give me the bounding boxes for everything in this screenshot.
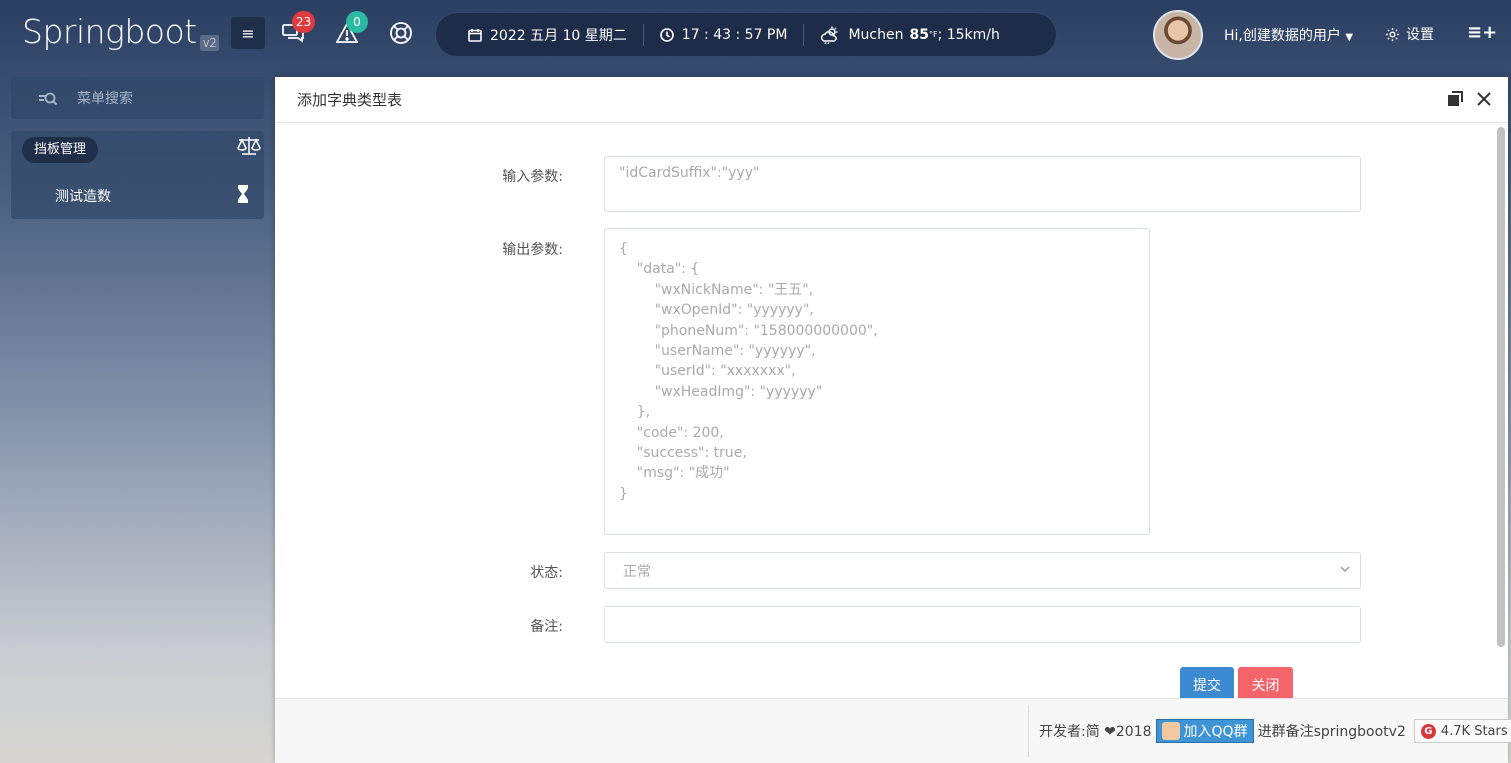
calendar-icon — [468, 28, 482, 42]
settings-button[interactable]: 设置 — [1385, 24, 1434, 44]
page-footer: 开发者:简 ❤2018 加入QQ群 进群备注springbootv2 G 4.7… — [275, 698, 1511, 763]
top-navbar: Springboot v2 ≡ 23 0 2022 五月 10 星期二 17:… — [0, 0, 1511, 70]
brand-name: Springboot — [22, 12, 197, 51]
search-icon — [39, 92, 57, 105]
output-params-field[interactable]: { "data": { "wxNickName": "王五", "wxOpenI… — [604, 228, 1150, 535]
datetime-weather-bar: 2022 五月 10 星期二 17 : 43 : 57 PM Muchen 85… — [435, 12, 1057, 57]
messages-button[interactable]: 23 — [280, 11, 316, 46]
gitee-icon: G — [1420, 723, 1436, 739]
status-select[interactable]: 正常 — [604, 552, 1361, 589]
join-qq-label: 加入QQ群 — [1183, 724, 1248, 740]
brand-version: v2 — [199, 35, 220, 51]
user-greeting: Hi,创建数据的用户 — [1224, 28, 1341, 44]
qq-group-icon — [1161, 722, 1180, 740]
close-modal-button[interactable] — [1477, 91, 1491, 110]
maximize-button[interactable] — [1448, 91, 1463, 110]
maximize-icon — [1448, 91, 1463, 106]
help-button[interactable] — [388, 20, 414, 46]
modal-title: 添加字典类型表 — [297, 91, 403, 109]
close-button[interactable]: 关闭 — [1238, 667, 1293, 698]
submit-button[interactable]: 提交 — [1180, 667, 1234, 698]
input-params-field[interactable]: "idCardSuffix":"yyy" — [604, 156, 1361, 212]
join-qq-group-button[interactable]: 加入QQ群 — [1155, 719, 1254, 743]
sidebar-group-toggle[interactable] — [236, 135, 262, 161]
join-note: 进群备注springbootv2 — [1257, 724, 1406, 740]
user-avatar[interactable] — [1153, 10, 1203, 60]
lifebuoy-icon — [390, 22, 412, 44]
caret-down-icon: ▼ — [1345, 32, 1354, 43]
sidebar-toggle-button[interactable]: ≡ — [231, 17, 265, 49]
sidebar-group-label[interactable]: 挡板管理 — [22, 137, 99, 163]
settings-label: 设置 — [1406, 27, 1434, 43]
weather-unit: °F — [928, 30, 938, 39]
add-dictionary-modal: 添加字典类型表 输入参数: "idCardSuffix":"yyy" 输出参数:… — [275, 77, 1511, 763]
chevron-down-icon — [1340, 566, 1350, 572]
github-stars-button[interactable]: G 4.7K Stars — [1413, 719, 1511, 743]
hourglass-icon — [238, 185, 248, 207]
date-text: 2022 五月 10 星期二 — [490, 27, 627, 44]
more-menu-button[interactable]: ≡+ — [1467, 22, 1497, 43]
weather-wind: ; 15km/h — [937, 26, 1000, 43]
stars-label: 4.7K Stars — [1440, 723, 1508, 739]
alerts-button[interactable]: 0 — [334, 11, 368, 46]
input-params-label: 输入参数: — [502, 169, 563, 185]
hamburger-icon: ≡ — [241, 23, 255, 43]
alerts-count-badge: 0 — [346, 11, 368, 33]
weather-cloud-sun-icon — [821, 26, 838, 44]
developer-credit: 开发者:简 ❤2018 — [1039, 724, 1152, 740]
modal-body: 输入参数: "idCardSuffix":"yyy" 输出参数: { "data… — [275, 123, 1508, 698]
remark-label: 备注: — [530, 619, 563, 635]
gear-icon — [1385, 27, 1400, 41]
weather-city: Muchen — [848, 26, 904, 43]
sidebar-item-label: 测试造数 — [55, 189, 111, 205]
modal-scrollbar[interactable] — [1497, 127, 1505, 647]
messages-count-badge: 23 — [292, 11, 316, 33]
close-icon — [1477, 91, 1491, 106]
brand-logo[interactable]: Springboot v2 — [22, 12, 220, 51]
date-display: 2022 五月 10 星期二 — [436, 23, 644, 46]
time-text: 17 : 43 : 57 PM — [681, 26, 788, 43]
weather-display: Muchen 85 °F ; 15km/h — [804, 24, 1015, 46]
status-selected-value: 正常 — [623, 563, 651, 580]
status-label: 状态: — [530, 565, 563, 581]
clock-icon — [659, 27, 674, 42]
sidebar-item-test-data[interactable]: 测试造数 — [55, 186, 111, 206]
sidebar-menu: 挡板管理 测试造数 — [11, 131, 264, 219]
output-params-label: 输出参数: — [502, 242, 563, 258]
remark-input[interactable] — [604, 606, 1361, 643]
list-plus-icon: ≡+ — [1467, 22, 1498, 43]
balance-scale-icon — [237, 137, 261, 155]
weather-temperature: 85 — [909, 26, 929, 43]
modal-header: 添加字典类型表 — [275, 77, 1508, 123]
menu-search-box[interactable]: 菜单搜索 — [11, 77, 264, 119]
time-display: 17 : 43 : 57 PM — [644, 23, 805, 46]
user-menu-dropdown[interactable]: Hi,创建数据的用户 ▼ — [1224, 25, 1353, 45]
menu-search-placeholder: 菜单搜索 — [77, 91, 133, 107]
